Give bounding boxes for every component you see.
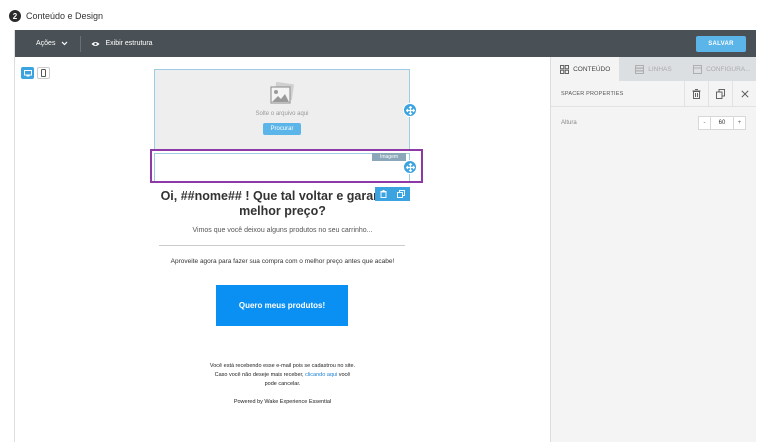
mobile-icon	[41, 69, 46, 77]
tab-settings-label: CONFIGURA...	[706, 65, 751, 73]
image-placeholder-icon	[270, 82, 295, 104]
panel-title: SPACER PROPERTIES	[561, 90, 624, 97]
grid-icon	[560, 64, 570, 74]
move-handle-icon[interactable]	[403, 160, 417, 174]
unsubscribe-link[interactable]: clicando aqui	[305, 372, 337, 378]
delete-block-button[interactable]	[684, 80, 708, 107]
email-body-text[interactable]: Aproveite agora para fazer sua compra co…	[135, 258, 430, 265]
close-panel-button[interactable]	[732, 80, 756, 107]
desktop-view-button[interactable]	[21, 67, 34, 79]
footer-line-3: pode cancelar.	[264, 381, 301, 387]
show-structure-toggle[interactable]: Exibir estrutura	[91, 40, 153, 47]
mobile-view-button[interactable]	[37, 67, 50, 79]
properties-panel: CONTEÚDO LINHAS CONFIGURA... SPACER PROP…	[550, 57, 756, 442]
tab-rows[interactable]: LINHAS	[619, 57, 688, 81]
tab-settings[interactable]: CONFIGURA...	[687, 57, 756, 81]
step-title: Conteúdo e Design	[26, 11, 104, 21]
panel-tabs: CONTEÚDO LINHAS CONFIGURA...	[551, 57, 756, 81]
rows-icon	[635, 64, 645, 74]
duplicate-icon	[716, 88, 725, 99]
height-stepper: - 60 +	[698, 116, 746, 130]
powered-by-text: Powered by Wake Experience Essential	[233, 399, 332, 405]
device-toggle	[21, 67, 50, 79]
tab-rows-label: LINHAS	[648, 65, 672, 73]
height-label: Altura	[561, 120, 577, 126]
trash-icon[interactable]	[380, 190, 387, 198]
step-header: 2 Conteúdo e Design	[9, 10, 103, 22]
image-tag: Imagem	[372, 153, 406, 161]
tab-content[interactable]: CONTEÚDO	[551, 57, 620, 81]
email-subtitle[interactable]: Vimos que você deixou alguns produtos no…	[155, 227, 410, 234]
duplicate-icon[interactable]	[397, 190, 405, 198]
page: 2 Conteúdo e Design Ações Exibir estrutu…	[0, 0, 765, 442]
save-button[interactable]: SALVAR	[696, 36, 746, 52]
footer-line-1: Você está recebendo esse e-mail pois se …	[209, 363, 356, 369]
email-canvas: Solte o arquivo aqui Procurar Imagem Oi,…	[15, 57, 550, 442]
show-structure-label: Exibir estrutura	[105, 40, 153, 47]
actions-dropdown[interactable]: Ações	[36, 40, 68, 47]
footer-line-2-post: você	[338, 372, 351, 378]
email-headline[interactable]: Oi, ##nome## ! Que tal voltar e garantir…	[155, 189, 410, 219]
close-icon	[740, 89, 749, 98]
drop-file-text: Solte o arquivo aqui	[255, 111, 309, 117]
step-number: 2	[9, 10, 21, 22]
email-editor: Ações Exibir estrutura SALVAR Solte o ar…	[14, 30, 756, 442]
tab-content-label: CONTEÚDO	[573, 65, 611, 73]
block-tools	[375, 187, 410, 201]
image-block[interactable]: Solte o arquivo aqui Procurar	[154, 69, 410, 151]
move-handle-icon[interactable]	[403, 103, 417, 117]
settings-icon	[693, 64, 703, 74]
cta-button[interactable]: Quero meus produtos!	[216, 285, 348, 326]
browse-button[interactable]: Procurar	[263, 123, 301, 135]
height-increase-button[interactable]: +	[734, 117, 745, 129]
footer-line-2: Caso você não deseje mais receber, clica…	[155, 371, 410, 380]
height-decrease-button[interactable]: -	[699, 117, 710, 129]
email-divider	[159, 245, 405, 246]
toolbar-divider	[80, 35, 82, 52]
actions-label: Ações	[36, 40, 56, 47]
panel-header: SPACER PROPERTIES	[551, 80, 756, 107]
height-value[interactable]: 60	[710, 117, 734, 129]
editor-toolbar: Ações Exibir estrutura SALVAR	[15, 30, 756, 57]
trash-icon	[692, 88, 701, 99]
desktop-icon	[23, 69, 32, 76]
email-footer: Você está recebendo esse e-mail pois se …	[155, 362, 410, 389]
chevron-down-icon	[62, 41, 68, 46]
footer-line-2-pre: Caso você não deseje mais receber,	[214, 372, 304, 378]
duplicate-block-button[interactable]	[708, 80, 732, 107]
eye-icon	[91, 41, 100, 46]
height-property: Altura - 60 +	[551, 107, 756, 139]
